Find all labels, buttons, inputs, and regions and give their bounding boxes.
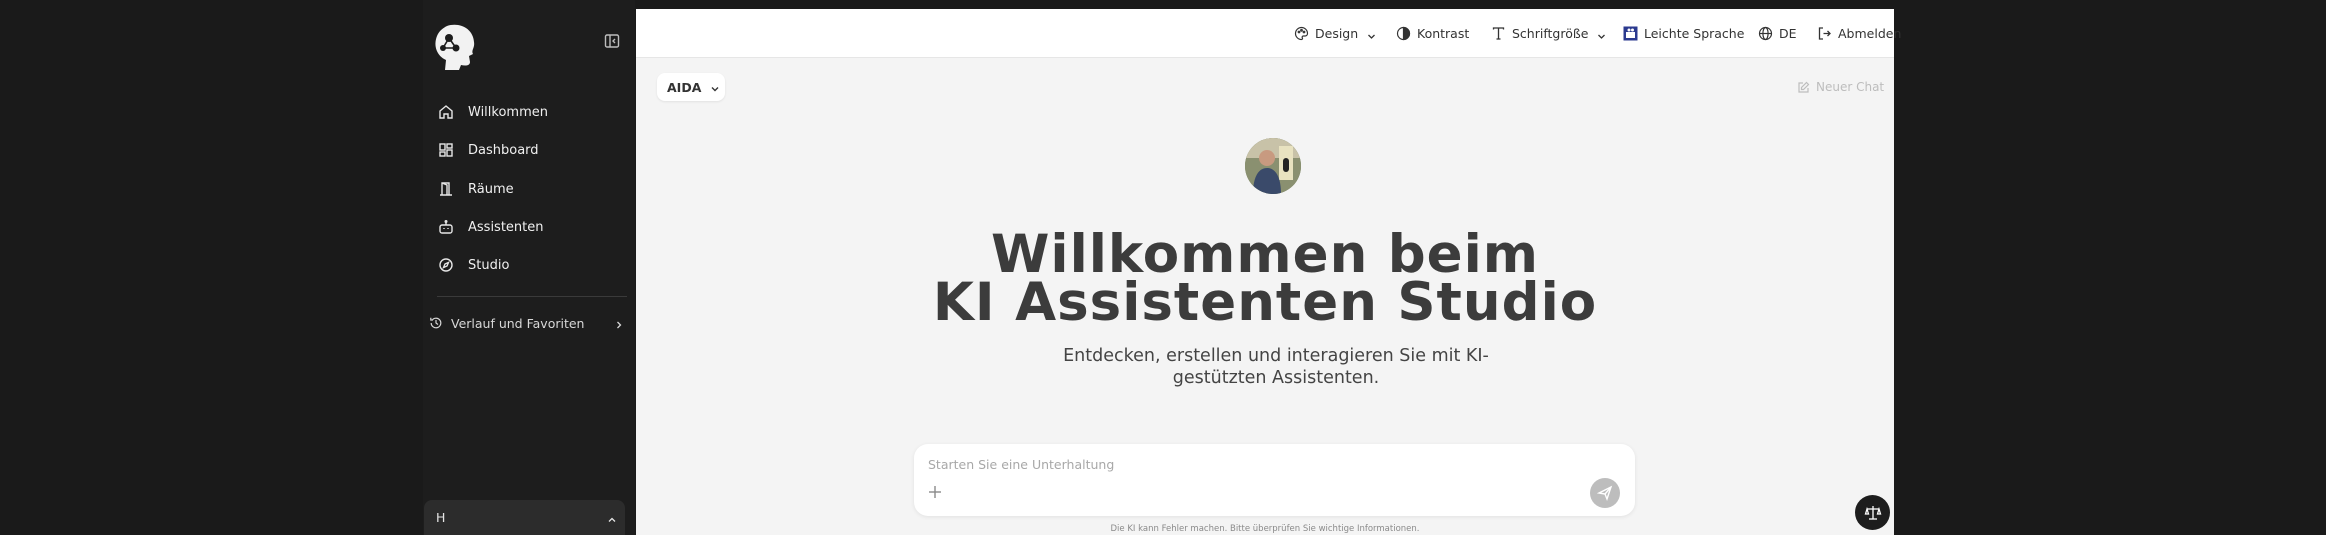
contrast-label: Kontrast <box>1417 25 1470 41</box>
chevron-down-icon <box>1597 29 1606 39</box>
send-button[interactable] <box>1590 478 1620 508</box>
sidebar-item-label: Räume <box>468 181 514 197</box>
sidebar-item-label: Studio <box>468 257 510 273</box>
chevron-down-icon <box>1367 29 1376 39</box>
palette-icon <box>1294 26 1309 41</box>
new-chat-label: Neuer Chat <box>1816 80 1885 94</box>
new-chat-button[interactable]: Neuer Chat <box>1797 77 1884 97</box>
logout-label: Abmelden <box>1838 25 1902 41</box>
model-selected-label: AIDA <box>667 79 702 95</box>
logout-icon <box>1817 26 1832 41</box>
contrast-icon <box>1396 26 1411 41</box>
compass-icon <box>437 256 455 274</box>
dashboard-icon <box>437 141 455 159</box>
design-menu[interactable]: Design <box>1294 24 1376 42</box>
sidebar-item-dashboard[interactable]: Dashboard <box>437 135 617 165</box>
sidebar: Willkommen Dashboard Räume Assistenten S… <box>423 0 635 535</box>
history-icon <box>429 316 443 330</box>
door-icon <box>437 180 455 198</box>
sidebar-collapse-icon[interactable] <box>603 32 621 50</box>
history-favorites-toggle[interactable]: Verlauf und Favoriten <box>429 312 624 334</box>
chevron-down-icon <box>710 82 720 92</box>
user-initial: H <box>436 510 446 525</box>
ai-disclaimer: Die KI kann Fehler machen. Bitte überprü… <box>1110 524 1420 534</box>
top-bar: Design Kontrast Schriftgröße Leichte Spr… <box>636 9 1901 58</box>
contrast-toggle[interactable]: Kontrast <box>1396 24 1469 42</box>
main-content: Design Kontrast Schriftgröße Leichte Spr… <box>636 9 1901 535</box>
chat-composer <box>914 444 1635 516</box>
user-menu[interactable]: H <box>424 500 625 535</box>
sidebar-item-label: Willkommen <box>468 104 548 120</box>
hero-title-line2: KI Assistenten Studio <box>932 272 1598 333</box>
easy-language-icon <box>1623 26 1638 41</box>
legal-button[interactable] <box>1855 495 1890 530</box>
hero-subtitle: Entdecken, erstellen und interagieren Si… <box>1063 346 1489 388</box>
home-icon <box>437 103 455 121</box>
send-icon <box>1597 485 1613 501</box>
scale-icon <box>1864 505 1881 520</box>
sidebar-item-label: Dashboard <box>468 142 539 158</box>
logout-button[interactable]: Abmelden <box>1817 24 1901 42</box>
edit-icon <box>1797 81 1810 94</box>
sidebar-divider <box>437 296 627 297</box>
sidebar-item-studio[interactable]: Studio <box>437 250 617 280</box>
sidebar-item-label: Assistenten <box>468 219 544 235</box>
model-select[interactable]: AIDA <box>657 73 725 101</box>
sidebar-item-willkommen[interactable]: Willkommen <box>437 97 617 127</box>
language-select[interactable]: DE <box>1758 24 1797 42</box>
sidebar-item-raeume[interactable]: Räume <box>437 174 617 204</box>
chevron-up-icon <box>607 513 617 523</box>
history-label: Verlauf und Favoriten <box>451 315 585 331</box>
add-icon[interactable] <box>927 484 943 500</box>
assistant-avatar <box>1245 138 1301 194</box>
chat-input[interactable] <box>926 456 1530 473</box>
globe-icon <box>1758 26 1773 41</box>
easy-language-link[interactable]: Leichte Sprache <box>1623 24 1744 42</box>
logo[interactable] <box>429 20 481 72</box>
text-size-icon <box>1491 26 1506 41</box>
chevron-right-icon <box>614 318 624 329</box>
font-size-menu[interactable]: Schriftgröße <box>1491 24 1606 42</box>
easy-language-label: Leichte Sprache <box>1644 25 1745 41</box>
sidebar-item-assistenten[interactable]: Assistenten <box>437 212 617 242</box>
robot-icon <box>437 218 455 236</box>
language-label: DE <box>1779 25 1797 41</box>
design-label: Design <box>1315 25 1359 41</box>
font-size-label: Schriftgröße <box>1512 25 1589 41</box>
